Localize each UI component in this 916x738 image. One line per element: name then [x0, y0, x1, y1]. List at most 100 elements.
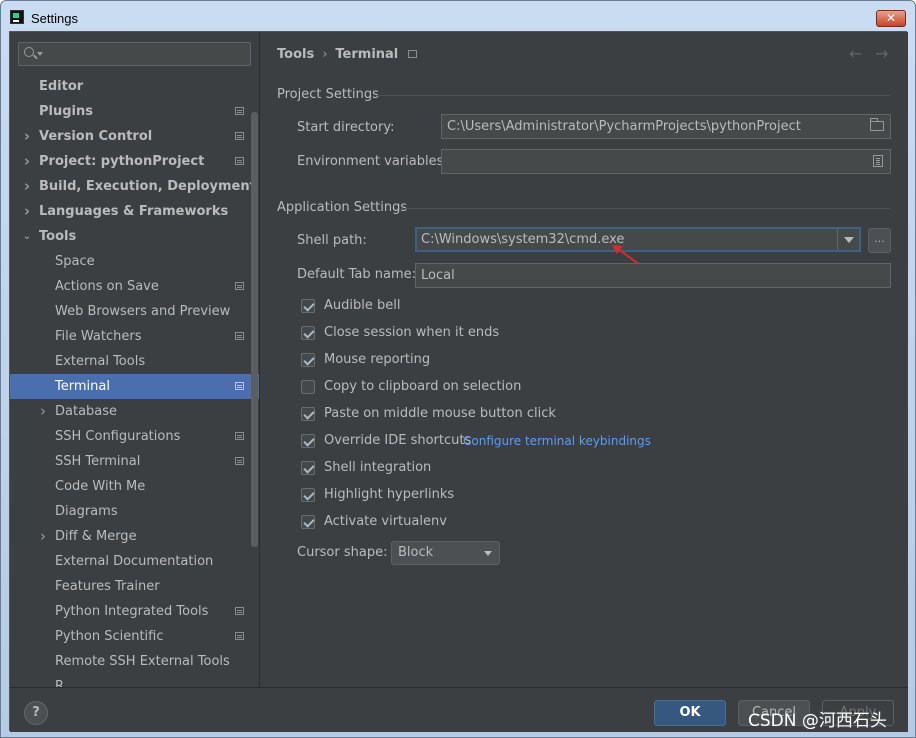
search-icon [24, 47, 34, 57]
checkbox[interactable] [301, 353, 315, 367]
title-bar[interactable]: Settings ✕ [1, 1, 915, 31]
chevron-right-icon[interactable]: › [22, 174, 32, 199]
help-button[interactable]: ? [24, 701, 48, 725]
checkbox[interactable] [301, 299, 315, 313]
application-settings-title: Application Settings [277, 200, 408, 215]
search-options-icon[interactable] [37, 52, 43, 56]
back-arrow-icon[interactable]: ← [849, 44, 862, 63]
sidebar-item-label: External Tools [55, 354, 146, 369]
breadcrumb-separator: › [322, 47, 328, 62]
folder-icon[interactable] [870, 118, 884, 131]
sidebar-item-label: Python Integrated Tools [55, 604, 209, 619]
close-button[interactable]: ✕ [876, 10, 906, 27]
sidebar-item[interactable]: Python Scientific [10, 624, 259, 649]
separator [377, 95, 890, 96]
checkbox-label: Close session when it ends [324, 325, 500, 340]
project-scope-icon [235, 107, 244, 115]
sidebar-item[interactable]: Diagrams [10, 499, 259, 524]
sidebar-item-label: Version Control [39, 129, 153, 144]
checkbox[interactable] [301, 488, 315, 502]
checkbox[interactable] [301, 461, 315, 475]
start-directory-field[interactable]: C:\Users\Administrator\PycharmProjects\p… [441, 114, 891, 139]
sidebar-item-label: File Watchers [55, 329, 142, 344]
sidebar-scrollbar[interactable] [251, 112, 258, 547]
environment-variables-field[interactable] [441, 149, 891, 174]
chevron-right-icon[interactable]: › [22, 149, 32, 174]
sidebar-item[interactable]: › Version Control [10, 124, 259, 149]
sidebar-item[interactable]: Plugins [10, 99, 259, 124]
project-scope-icon [235, 132, 244, 140]
sidebar-item[interactable]: › Build, Execution, Deployment [10, 174, 259, 199]
sidebar-item[interactable]: SSH Terminal [10, 449, 259, 474]
sidebar-item[interactable]: Remote SSH External Tools [10, 649, 259, 674]
sidebar-item[interactable]: SSH Configurations [10, 424, 259, 449]
forward-arrow-icon[interactable]: → [875, 44, 888, 63]
settings-window: Settings ✕ Editor Plugins › Version Control… [0, 0, 916, 738]
sidebar-item[interactable]: External Tools [10, 349, 259, 374]
project-scope-icon [235, 632, 244, 640]
sidebar-item-label: Languages & Frameworks [39, 204, 229, 219]
checkbox[interactable] [301, 326, 315, 340]
project-scope-icon [235, 157, 244, 165]
checkbox-label: Mouse reporting [324, 352, 431, 367]
shell-path-combo[interactable]: C:\Windows\system32\cmd.exe [415, 227, 861, 252]
cursor-shape-select[interactable]: Block [391, 541, 500, 565]
sidebar-item-label: Code With Me [55, 479, 146, 494]
sidebar-item-label: Python Scientific [55, 629, 164, 644]
settings-search-input[interactable] [18, 42, 251, 66]
edit-list-icon[interactable] [873, 155, 883, 167]
sidebar-item-label: SSH Configurations [55, 429, 181, 444]
chevron-right-icon[interactable]: › [38, 399, 48, 424]
checkbox[interactable] [301, 380, 315, 394]
default-tab-name-field[interactable]: Local [415, 263, 891, 288]
sidebar-item[interactable]: Python Integrated Tools [10, 599, 259, 624]
browse-shell-button[interactable]: ... [868, 228, 891, 253]
configure-keybindings-link[interactable]: Configure terminal keybindings [463, 434, 651, 448]
window-title: Settings [31, 11, 78, 26]
sidebar-item-label: Project: pythonProject [39, 154, 205, 169]
sidebar-item-label: Terminal [55, 379, 110, 394]
chevron-right-icon[interactable]: › [22, 199, 32, 224]
chevron-right-icon[interactable]: › [38, 524, 48, 549]
sidebar-item[interactable]: › Languages & Frameworks [10, 199, 259, 224]
project-settings-title: Project Settings [277, 87, 379, 102]
settings-tree: Editor Plugins › Version Control › Project: p… [10, 74, 259, 687]
project-scope-icon [235, 607, 244, 615]
sidebar-item[interactable]: Web Browsers and Preview [10, 299, 259, 324]
ok-button[interactable]: OK [654, 700, 726, 726]
sidebar-item[interactable]: › Diff & Merge [10, 524, 259, 549]
checkbox[interactable] [301, 515, 315, 529]
sidebar-item[interactable]: Features Trainer [10, 574, 259, 599]
checkbox[interactable] [301, 407, 315, 421]
dialog-client: Editor Plugins › Version Control › Project: p… [9, 31, 908, 732]
sidebar-item[interactable]: ⌄ Tools [10, 224, 259, 249]
sidebar-item[interactable]: External Documentation [10, 549, 259, 574]
sidebar-item-label: Features Trainer [55, 579, 160, 594]
default-tab-name-label: Default Tab name: [297, 267, 417, 282]
sidebar-item[interactable]: Actions on Save [10, 274, 259, 299]
cursor-shape-label: Cursor shape: [297, 545, 388, 560]
checkbox[interactable] [301, 434, 315, 448]
separator [401, 208, 890, 209]
sidebar-item[interactable]: Terminal [10, 374, 259, 399]
shell-path-value: C:\Windows\system32\cmd.exe [421, 232, 625, 247]
sidebar-item[interactable]: File Watchers [10, 324, 259, 349]
sidebar-item-label: Build, Execution, Deployment [39, 179, 256, 194]
sidebar-item[interactable]: Code With Me [10, 474, 259, 499]
chevron-right-icon[interactable]: › [22, 124, 32, 149]
checkbox-label: Audible bell [324, 298, 401, 313]
sidebar-item[interactable]: › Project: pythonProject [10, 149, 259, 174]
sidebar-item-label: Database [55, 404, 118, 419]
checkbox-label: Override IDE shortcuts [324, 433, 472, 448]
project-scope-icon [408, 50, 418, 58]
sidebar-item-label: Diff & Merge [55, 529, 137, 544]
sidebar-item-label: Editor [39, 79, 84, 94]
sidebar-item[interactable]: Space [10, 249, 259, 274]
sidebar-item[interactable]: Editor [10, 74, 259, 99]
terminal-settings-panel: Tools › Terminal ← → Project Settings Star… [261, 32, 908, 687]
chevron-down-icon[interactable] [837, 229, 859, 250]
sidebar-item-label: External Documentation [55, 554, 214, 569]
sidebar-item[interactable]: R... [10, 674, 259, 687]
sidebar-item[interactable]: › Database [10, 399, 259, 424]
chevron-down-icon[interactable]: ⌄ [22, 224, 32, 249]
